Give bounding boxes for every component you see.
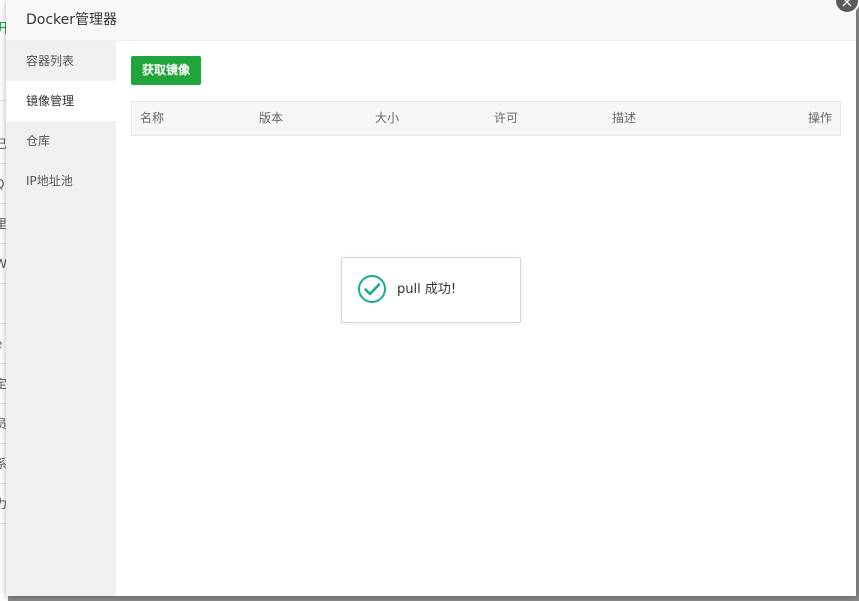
- column-header-version[interactable]: 版本: [259, 102, 283, 135]
- background-char: Q: [0, 178, 4, 190]
- column-header-license[interactable]: 许可: [494, 102, 518, 135]
- image-table-header: 名称 版本 大小 许可 描述 操作: [131, 101, 841, 136]
- pull-image-button[interactable]: 获取镜像: [131, 56, 202, 85]
- column-header-size[interactable]: 大小: [375, 102, 399, 135]
- success-toast: pull 成功!: [341, 257, 521, 323]
- background-char: e: [0, 338, 2, 350]
- column-header-name[interactable]: 名称: [140, 102, 164, 135]
- sidebar-item-images[interactable]: 镜像管理: [6, 81, 116, 121]
- check-circle-icon: [358, 275, 386, 303]
- sidebar-item-ip-pool[interactable]: IP地址池: [6, 161, 116, 201]
- docker-manager-dialog: Docker管理器 容器列表 镜像管理 仓库 IP地址池 获取镜像 名称 版本 …: [6, 0, 856, 596]
- column-header-actions: 操作: [807, 111, 832, 125]
- column-header-description[interactable]: 描述: [612, 102, 636, 135]
- sidebar: 容器列表 镜像管理 仓库 IP地址池: [6, 41, 116, 596]
- dialog-title: Docker管理器: [26, 12, 118, 28]
- sidebar-item-repository[interactable]: 仓库: [6, 121, 116, 161]
- sidebar-item-containers[interactable]: 容器列表: [6, 41, 116, 81]
- dialog-header: Docker管理器: [6, 0, 856, 41]
- toast-message: pull 成功!: [397, 282, 457, 297]
